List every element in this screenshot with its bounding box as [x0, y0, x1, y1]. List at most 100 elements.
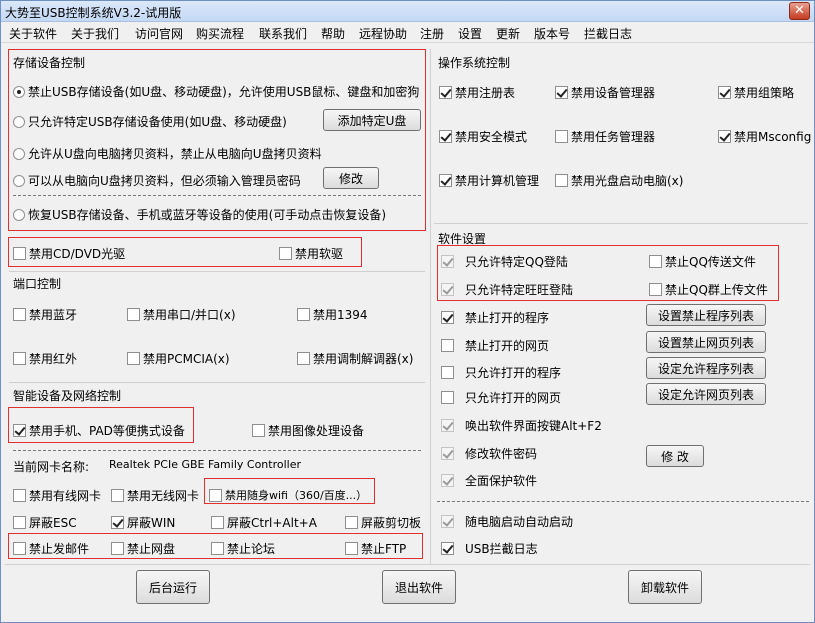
close-button[interactable]: ✕: [789, 2, 810, 20]
checkbox-icon[interactable]: [555, 86, 568, 99]
hotkey-checkbox[interactable]: 唤出软件界面按键Alt+F2: [441, 417, 602, 434]
change-password-checkbox[interactable]: 修改软件密码: [441, 445, 537, 462]
full-protection-checkbox[interactable]: 全面保护软件: [441, 472, 537, 489]
checkbox-icon[interactable]: [127, 308, 140, 321]
storage-option-read-only[interactable]: 允许从U盘向电脑拷贝资料，禁止从电脑向U盘拷贝资料: [13, 145, 322, 162]
disable-mobile-checkbox[interactable]: 禁用手机、PAD等便携式设备: [13, 422, 185, 439]
menu-update[interactable]: 更新: [496, 25, 520, 42]
disable-device-manager-checkbox[interactable]: 禁用设备管理器: [555, 84, 655, 101]
checkbox-icon[interactable]: [13, 352, 26, 365]
allow-specific-wangwang-checkbox[interactable]: 只允许特定旺旺登陆: [441, 281, 573, 298]
checkbox-icon[interactable]: [555, 130, 568, 143]
checkbox-icon[interactable]: [297, 352, 310, 365]
disable-portable-wifi-checkbox[interactable]: 禁用随身wifi（360/百度...）: [209, 487, 367, 503]
disable-wired-checkbox[interactable]: 禁用有线网卡: [13, 487, 101, 504]
checkbox-icon[interactable]: [649, 255, 662, 268]
radio-icon[interactable]: [13, 208, 25, 221]
checkbox-icon[interactable]: [209, 488, 222, 502]
disable-imaging-checkbox[interactable]: 禁用图像处理设备: [252, 422, 364, 439]
checkbox-icon[interactable]: [441, 366, 454, 379]
checkbox-icon[interactable]: [111, 542, 124, 555]
checkbox-icon[interactable]: [441, 474, 454, 487]
uninstall-software-button[interactable]: 卸载软件: [628, 570, 702, 604]
checkbox-icon[interactable]: [441, 447, 454, 460]
exit-software-button[interactable]: 退出软件: [382, 570, 456, 604]
disable-group-policy-checkbox[interactable]: 禁用组策略: [718, 84, 794, 101]
set-allowed-webpages-button[interactable]: 设定允许网页列表: [646, 383, 766, 405]
disable-pcmcia-checkbox[interactable]: 禁用PCMCIA(x): [127, 350, 230, 367]
checkbox-icon[interactable]: [345, 516, 358, 529]
menu-contact[interactable]: 联系我们: [259, 25, 307, 42]
allow-webpages-checkbox[interactable]: 只允许打开的网页: [441, 389, 561, 406]
checkbox-icon[interactable]: [439, 174, 452, 187]
disable-bluetooth-checkbox[interactable]: 禁用蓝牙: [13, 306, 77, 323]
storage-option-password-copy[interactable]: 可以从电脑向U盘拷贝资料，但必须输入管理员密码: [13, 172, 301, 189]
disable-modem-checkbox[interactable]: 禁用调制解调器(x): [297, 350, 413, 367]
menu-visit-site[interactable]: 访问官网: [135, 25, 183, 42]
checkbox-icon[interactable]: [649, 283, 662, 296]
block-ctrl-alt-a-checkbox[interactable]: 屏蔽Ctrl+Alt+A: [211, 514, 317, 531]
disable-task-manager-checkbox[interactable]: 禁用任务管理器: [555, 128, 655, 145]
menu-help[interactable]: 帮助: [321, 25, 345, 42]
set-blocked-programs-button[interactable]: 设置禁止程序列表: [646, 304, 766, 326]
checkbox-icon[interactable]: [441, 255, 454, 268]
checkbox-icon[interactable]: [211, 516, 224, 529]
checkbox-icon[interactable]: [297, 308, 310, 321]
block-forum-checkbox[interactable]: 禁止论坛: [211, 540, 275, 557]
block-ftp-checkbox[interactable]: 禁止FTP: [345, 540, 406, 557]
checkbox-icon[interactable]: [211, 542, 224, 555]
checkbox-icon[interactable]: [127, 352, 140, 365]
checkbox-icon[interactable]: [111, 516, 124, 529]
checkbox-icon[interactable]: [439, 86, 452, 99]
menu-version[interactable]: 版本号: [534, 25, 570, 42]
checkbox-icon[interactable]: [441, 515, 454, 528]
allow-specific-qq-checkbox[interactable]: 只允许特定QQ登陆: [441, 253, 568, 270]
autostart-checkbox[interactable]: 随电脑启动自动启动: [441, 513, 573, 530]
block-qq-group-upload-checkbox[interactable]: 禁止QQ群上传文件: [649, 281, 768, 298]
block-win-checkbox[interactable]: 屏蔽WIN: [111, 514, 175, 531]
set-allowed-programs-button[interactable]: 设定允许程序列表: [646, 357, 766, 379]
menu-about-us[interactable]: 关于我们: [71, 25, 119, 42]
radio-icon[interactable]: [13, 85, 25, 98]
disable-cd-boot-checkbox[interactable]: 禁用光盘启动电脑(x): [555, 172, 683, 189]
checkbox-icon[interactable]: [718, 130, 731, 143]
checkbox-icon[interactable]: [345, 542, 358, 555]
menu-block-log[interactable]: 拦截日志: [584, 25, 632, 42]
menu-register[interactable]: 注册: [420, 25, 444, 42]
modify-password-button[interactable]: 修改: [323, 167, 379, 189]
menu-about-software[interactable]: 关于软件: [9, 25, 57, 42]
block-esc-checkbox[interactable]: 屏蔽ESC: [13, 514, 77, 531]
checkbox-icon[interactable]: [13, 489, 26, 502]
disable-cd-checkbox[interactable]: 禁用CD/DVD光驱: [13, 245, 125, 262]
storage-option-block-usb[interactable]: 禁止USB存储设备(如U盘、移动硬盘)，允许使用USB鼠标、键盘和加密狗: [13, 83, 419, 100]
menu-purchase[interactable]: 购买流程: [196, 25, 244, 42]
radio-icon[interactable]: [13, 174, 25, 187]
checkbox-icon[interactable]: [13, 424, 26, 437]
checkbox-icon[interactable]: [252, 424, 265, 437]
checkbox-icon[interactable]: [441, 391, 454, 404]
checkbox-icon[interactable]: [13, 542, 26, 555]
radio-icon[interactable]: [13, 147, 25, 160]
run-in-background-button[interactable]: 后台运行: [136, 570, 210, 604]
disable-floppy-checkbox[interactable]: 禁用软驱: [279, 245, 343, 262]
disable-infrared-checkbox[interactable]: 禁用红外: [13, 350, 77, 367]
disable-safe-mode-checkbox[interactable]: 禁用安全模式: [439, 128, 527, 145]
checkbox-icon[interactable]: [111, 489, 124, 502]
storage-option-allow-specific[interactable]: 只允许特定USB存储设备使用(如U盘、移动硬盘): [13, 113, 287, 130]
disable-1394-checkbox[interactable]: 禁用1394: [297, 306, 368, 323]
allow-programs-checkbox[interactable]: 只允许打开的程序: [441, 364, 561, 381]
checkbox-icon[interactable]: [441, 419, 454, 432]
disable-msconfig-checkbox[interactable]: 禁用Msconfig: [718, 128, 811, 145]
disable-registry-checkbox[interactable]: 禁用注册表: [439, 84, 515, 101]
checkbox-icon[interactable]: [441, 339, 454, 352]
add-specific-usb-button[interactable]: 添加特定U盘: [323, 109, 421, 131]
block-qq-file-transfer-checkbox[interactable]: 禁止QQ传送文件: [649, 253, 756, 270]
checkbox-icon[interactable]: [13, 308, 26, 321]
checkbox-icon[interactable]: [441, 311, 454, 324]
checkbox-icon[interactable]: [555, 174, 568, 187]
usb-block-log-checkbox[interactable]: USB拦截日志: [441, 540, 538, 557]
checkbox-icon[interactable]: [439, 130, 452, 143]
menu-remote[interactable]: 远程协助: [359, 25, 407, 42]
checkbox-icon[interactable]: [13, 247, 26, 260]
checkbox-icon[interactable]: [13, 516, 26, 529]
